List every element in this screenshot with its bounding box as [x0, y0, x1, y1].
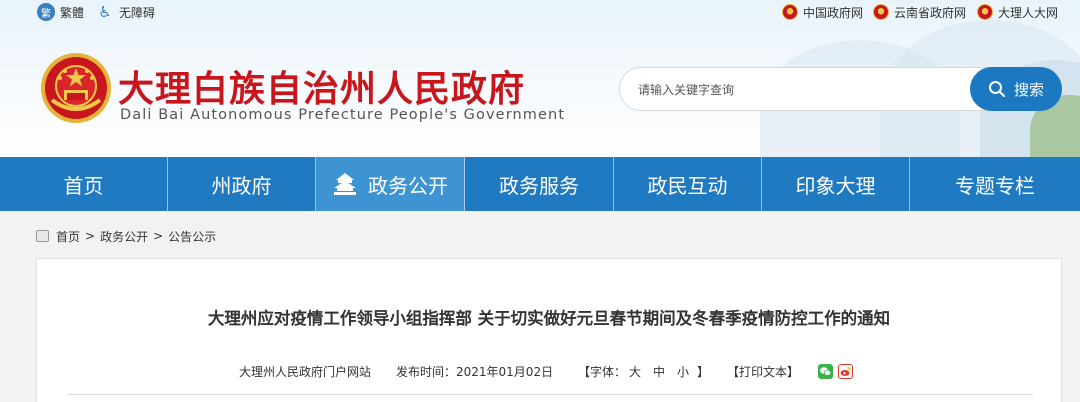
site-header: 繁 繁體 ♿ 无障碍 中国政府网 云南省政府网 大理人大网 大理白族自治州人民政…	[0, 0, 1080, 157]
nav-item-label: 政民互动	[647, 173, 728, 198]
nav-item-label: 政务公开	[368, 173, 448, 198]
breadcrumb-separator: >	[85, 229, 96, 243]
font-size-label: 【字体：	[578, 365, 627, 379]
national-emblem-icon	[873, 4, 889, 20]
breadcrumb-home[interactable]: 首页	[56, 228, 80, 245]
traditional-icon: 繁	[37, 3, 55, 21]
search-icon	[988, 81, 1005, 97]
top-utility-bar: 繁 繁體 ♿ 无障碍 中国政府网 云南省政府网 大理人大网	[0, 0, 1080, 24]
content-area: 首页 > 政务公开 > 公告公示 大理州应对疫情工作领导小组指挥部 关于切实做好…	[0, 211, 1080, 402]
breadcrumb-gov-affairs[interactable]: 政务公开	[100, 228, 148, 245]
link-china-gov[interactable]: 中国政府网	[782, 2, 863, 22]
accessibility-label: 无障碍	[119, 5, 156, 20]
traditional-chinese-link[interactable]: 繁 繁體	[37, 2, 84, 22]
publish-date: 2021年01月02日	[456, 365, 554, 379]
font-size-medium[interactable]: 中	[653, 363, 665, 380]
font-size-large[interactable]: 大	[629, 363, 641, 380]
accessibility-icon: ♿	[98, 3, 112, 21]
search-button[interactable]: 搜索	[970, 67, 1062, 111]
wechat-share-icon[interactable]	[818, 364, 833, 379]
weibo-share-icon[interactable]	[838, 364, 853, 379]
breadcrumb-announcements[interactable]: 公告公示	[168, 228, 216, 245]
link-yunnan-gov[interactable]: 云南省政府网	[873, 2, 966, 22]
nav-item-label: 首页	[63, 173, 104, 198]
nav-item-label: 政务服务	[499, 173, 579, 198]
main-nav: 首页 州政府 政务公开 政务服务 政民互动 印象大理 专题专栏	[0, 157, 1080, 211]
font-size-small[interactable]: 小	[677, 363, 689, 380]
national-emblem-icon	[977, 4, 993, 20]
breadcrumb: 首页 > 政务公开 > 公告公示	[36, 227, 216, 245]
font-size-close: 】	[697, 365, 710, 379]
national-emblem-icon	[782, 4, 798, 20]
nav-item-government[interactable]: 州政府	[168, 157, 316, 211]
nav-item-label: 专题专栏	[955, 173, 1035, 198]
nav-item-gov-services[interactable]: 政务服务	[465, 157, 614, 211]
link-label: 云南省政府网	[894, 5, 967, 20]
traditional-label: 繁體	[60, 5, 85, 20]
link-label: 大理人大网	[998, 5, 1059, 20]
site-title: 大理白族自治州人民政府	[118, 68, 526, 110]
article-panel: 大理州应对疫情工作领导小组指挥部 关于切实做好元旦春节期间及冬春季疫情防控工作的…	[36, 258, 1062, 402]
link-label: 中国政府网	[803, 5, 864, 20]
print-button[interactable]: 【打印文本】	[727, 363, 799, 380]
home-icon	[36, 230, 49, 242]
nav-item-home[interactable]: 首页	[0, 157, 168, 211]
breadcrumb-separator: >	[153, 229, 164, 243]
nav-item-impression-dali[interactable]: 印象大理	[762, 157, 910, 211]
article-meta: 大理州人民政府门户网站 发布时间： 2021年01月02日 【字体： 大 中 小…	[37, 363, 1061, 381]
accessibility-link[interactable]: ♿ 无障碍	[96, 2, 155, 22]
nav-item-interaction[interactable]: 政民互动	[614, 157, 762, 211]
nav-item-special-topics[interactable]: 专题专栏	[910, 157, 1080, 211]
site-subtitle: Dali Bai Autonomous Prefecture People's …	[120, 107, 566, 123]
search-input[interactable]	[638, 80, 958, 100]
search-button-label: 搜索	[1013, 80, 1044, 99]
link-dali-npc[interactable]: 大理人大网	[977, 2, 1058, 22]
article-title: 大理州应对疫情工作领导小组指挥部 关于切实做好元旦春节期间及冬春季疫情防控工作的…	[207, 309, 891, 328]
nav-item-gov-affairs-open[interactable]: 政务公开	[316, 157, 465, 211]
nav-item-label: 印象大理	[795, 173, 876, 198]
article-source: 大理州人民政府门户网站	[239, 365, 372, 379]
nav-item-label: 州政府	[211, 173, 272, 198]
national-emblem-logo	[41, 53, 111, 123]
temple-icon	[334, 173, 356, 195]
publish-label: 发布时间：	[396, 365, 457, 379]
divider	[67, 394, 1033, 395]
